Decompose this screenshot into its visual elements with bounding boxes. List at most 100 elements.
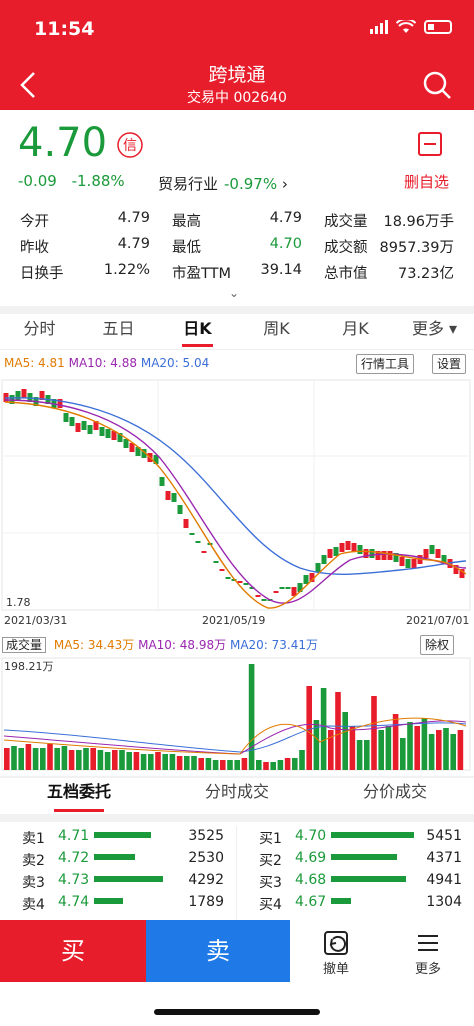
candle	[183, 519, 189, 528]
ma20-value: MA20: 5.04	[140, 356, 210, 370]
chart-low-label: 1.78	[6, 596, 31, 609]
volume-bar	[198, 758, 204, 770]
stats-row: 昨收 4.79 最低 4.70 成交额 8957.39万	[0, 236, 474, 262]
level-label: 卖3	[22, 875, 45, 891]
level-price: 4.73	[58, 872, 90, 888]
candle	[333, 547, 339, 556]
home-indicator[interactable]	[154, 1009, 320, 1015]
remove-favorite-icon[interactable]	[418, 132, 442, 156]
stat-label: 昨收	[20, 240, 49, 256]
level-volume-bar	[94, 876, 163, 882]
vol-ma5: MA5: 34.43万	[53, 638, 135, 652]
industry-link[interactable]: 贸易行业 -0.97% ›	[158, 173, 288, 194]
home-area	[0, 982, 474, 1026]
tab-daily-k[interactable]: 日K	[158, 314, 237, 349]
volume-selector[interactable]: 成交量	[2, 637, 47, 653]
candle	[99, 427, 105, 436]
tab-weekly-k[interactable]: 周K	[237, 314, 316, 349]
orderbook-row[interactable]: 卖2 4.72 2530	[0, 848, 236, 870]
settings-button[interactable]: 设置	[432, 354, 467, 374]
volume-chart: 198.21万	[1, 657, 471, 771]
level-volume-bar	[94, 854, 136, 860]
x-label-mid: 2021/05/19	[202, 614, 265, 627]
ma10-line	[4, 399, 467, 604]
orderbook-row[interactable]: 买3 4.68 4941	[237, 870, 474, 892]
tab-price-volume[interactable]: 分价成交	[316, 776, 474, 812]
sell-button[interactable]: 卖	[146, 920, 290, 982]
volume-bar	[104, 752, 111, 770]
candle	[63, 413, 69, 422]
volume-bar	[119, 750, 125, 770]
buy-orders: 买1 4.70 5451 买2 4.69 4371 买3 4.68 4941 买4 4.67 1304	[237, 826, 474, 920]
volume-bar	[212, 760, 219, 770]
tab-five-level[interactable]: 五档委托	[0, 776, 158, 812]
kline-chart[interactable]: 1.78 2021/03/31 2021/05/19 2021/07/01	[0, 378, 474, 628]
volume-bar	[256, 760, 262, 770]
orderbook-row[interactable]: 买2 4.69 4371	[237, 848, 474, 870]
stat-label: 市盈TTM	[172, 266, 231, 282]
buy-button[interactable]: 买	[0, 920, 146, 982]
stock-detail-screen: { "status": {"time": "11:54"}, "nav": {"…	[0, 0, 474, 1026]
trust-badge-text: 信	[123, 138, 137, 154]
candle	[387, 551, 393, 560]
tab-tick-trades[interactable]: 分时成交	[158, 776, 316, 812]
volume-bar	[162, 754, 168, 770]
volume-bar	[400, 738, 406, 770]
stat-value: 4.70	[269, 236, 302, 252]
orderbook-tabs: 五档委托 分时成交 分价成交	[0, 776, 474, 812]
candle	[201, 551, 207, 553]
stat-label: 成交额	[324, 240, 368, 256]
orderbook-row[interactable]: 卖1 4.71 3525	[0, 826, 236, 848]
ma5-value: MA5: 4.81	[4, 356, 65, 370]
volume-bar	[342, 712, 348, 770]
cancel-order-button[interactable]: 撤单	[290, 920, 382, 982]
industry-percent: -0.97%	[224, 175, 278, 193]
trust-badge-icon: 信	[117, 132, 143, 158]
tab-more[interactable]: 更多 ▾	[395, 314, 474, 349]
orderbook-row[interactable]: 卖3 4.73 4292	[0, 870, 236, 892]
menu-icon	[418, 935, 438, 951]
tab-monthly-k[interactable]: 月K	[316, 314, 395, 349]
volume-bar	[371, 696, 377, 770]
level-volume: 1789	[188, 894, 224, 910]
more-button[interactable]: 更多	[382, 920, 474, 982]
volume-bar	[284, 758, 291, 770]
volume-bar	[349, 726, 356, 770]
candle	[219, 569, 225, 571]
expand-chevron-icon[interactable]: ⌄	[229, 286, 239, 300]
volume-bar	[61, 746, 68, 770]
chart-frame	[1, 379, 471, 611]
vol-ma10: MA10: 48.98万	[138, 638, 227, 652]
volume-bar	[11, 746, 17, 770]
volume-bar	[18, 748, 24, 770]
search-icon[interactable]	[422, 70, 452, 100]
stat-value: 4.79	[117, 236, 150, 252]
volume-bar	[32, 748, 39, 770]
orderbook-row[interactable]: 卖4 4.74 1789	[0, 892, 236, 914]
ex-rights-button[interactable]: 除权	[420, 635, 455, 655]
level-volume: 1304	[426, 894, 462, 910]
volume-bar	[155, 752, 161, 770]
remove-favorite-button[interactable]: 删自选	[404, 171, 449, 192]
candle	[435, 549, 441, 558]
volume-bar	[47, 744, 53, 770]
candle	[261, 599, 267, 601]
change-value: -0.09	[18, 172, 57, 190]
volume-bar	[414, 726, 420, 770]
level-label: 买4	[259, 897, 282, 913]
market-tools-button[interactable]: 行情工具	[356, 354, 415, 374]
volume-bar	[407, 722, 413, 770]
orderbook-row[interactable]: 买4 4.67 1304	[237, 892, 474, 914]
orderbook-row[interactable]: 买1 4.70 5451	[237, 826, 474, 848]
volume-bar	[169, 754, 176, 770]
volume-bar	[356, 740, 363, 770]
candles	[3, 389, 465, 601]
volume-bar	[176, 756, 183, 770]
tab-intraday[interactable]: 分时	[0, 314, 79, 349]
stat-label: 总市值	[324, 266, 368, 282]
tab-five-day[interactable]: 五日	[79, 314, 158, 349]
candle	[339, 543, 345, 552]
volume-bar	[443, 728, 449, 770]
chart-tabs: 分时 五日 日K 周K 月K 更多 ▾	[0, 314, 474, 350]
current-price: 4.70	[18, 120, 108, 166]
